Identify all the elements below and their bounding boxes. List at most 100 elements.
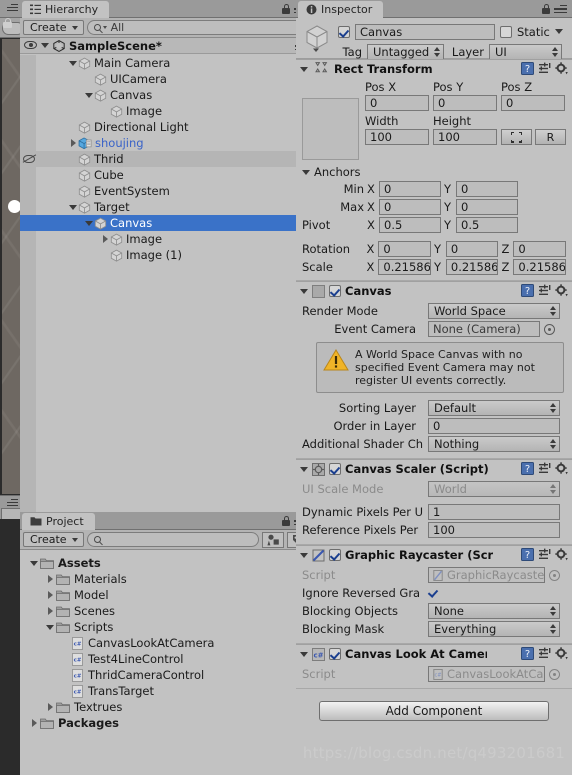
hierarchy-row-image[interactable]: Image <box>20 231 312 247</box>
chevron-right-icon[interactable] <box>31 719 37 727</box>
project-row-materials[interactable]: Materials <box>20 571 312 587</box>
eye-icon[interactable] <box>24 41 37 50</box>
tab-project[interactable]: Project <box>22 513 95 530</box>
project-row-expander[interactable] <box>44 591 56 599</box>
chevron-down-icon[interactable] <box>300 288 308 294</box>
gear-icon[interactable] <box>555 62 568 75</box>
blocking-mask-dropdown[interactable]: Everything <box>428 621 560 637</box>
gameobject-name-input[interactable]: Canvas <box>355 23 495 40</box>
project-row-thridcameracontrol[interactable]: c# ThridCameraControl <box>20 667 312 683</box>
render-mode-dropdown[interactable]: World Space <box>428 303 560 319</box>
scale-x-input[interactable]: 0.21586 <box>378 259 431 275</box>
width-input[interactable]: 100 <box>365 129 429 145</box>
sorting-layer-dropdown[interactable]: Default <box>428 400 560 416</box>
gear-icon[interactable] <box>555 462 568 475</box>
project-row-test4linecontrol[interactable]: c# Test4LineControl <box>20 651 312 667</box>
hierarchy-row-canvas[interactable]: Canvas <box>20 215 312 231</box>
hierarchy-row-expander[interactable] <box>68 204 78 210</box>
additional-shader-dropdown[interactable]: Nothing <box>428 436 560 452</box>
gear-icon[interactable] <box>555 548 568 561</box>
hierarchy-row-shoujing[interactable]: shoujing <box>20 135 312 151</box>
project-row-expander[interactable] <box>28 560 40 566</box>
chevron-down-icon[interactable] <box>30 560 38 566</box>
chevron-right-icon[interactable] <box>47 575 53 583</box>
chevron-down-icon[interactable] <box>302 169 310 175</box>
layer-dropdown[interactable]: UI <box>489 43 562 60</box>
hierarchy-scene-header[interactable]: SampleScene* <box>20 38 312 54</box>
scene-view-viewport[interactable] <box>2 39 20 494</box>
help-icon[interactable]: ? <box>521 284 534 297</box>
chevron-down-icon[interactable] <box>300 66 308 72</box>
preset-icon[interactable] <box>538 284 551 297</box>
help-icon[interactable]: ? <box>521 462 534 475</box>
canvas-enabled-checkbox[interactable] <box>329 285 341 297</box>
hierarchy-row-thrid[interactable]: Thrid <box>20 151 312 167</box>
hierarchy-row-directional-light[interactable]: Directional Light <box>20 119 312 135</box>
project-search-input[interactable] <box>86 532 259 547</box>
blocking-objects-dropdown[interactable]: None <box>428 603 560 619</box>
event-camera-objectfield[interactable]: None (Camera) <box>428 321 540 337</box>
project-row-scenes[interactable]: Scenes <box>20 603 312 619</box>
project-row-transtarget[interactable]: c# TransTarget <box>20 683 312 699</box>
rect-transform-header[interactable]: Rect Transform ? <box>296 60 572 78</box>
hierarchy-create-button[interactable]: Create <box>23 20 84 35</box>
gear-icon[interactable] <box>555 284 568 297</box>
tab-inspector[interactable]: Inspector <box>298 1 384 18</box>
chevron-down-icon[interactable] <box>85 220 93 226</box>
project-create-button[interactable]: Create <box>23 532 84 547</box>
project-row-scripts[interactable]: Scripts <box>20 619 312 635</box>
anchor-max-y-input[interactable]: 0 <box>456 199 518 215</box>
project-row-expander[interactable] <box>44 703 56 711</box>
hierarchy-row-eventsystem[interactable]: EventSystem <box>20 183 312 199</box>
scene-view-bottom-menu-icon[interactable] <box>6 499 19 508</box>
tab-hierarchy[interactable]: Hierarchy <box>22 1 110 18</box>
preset-icon[interactable] <box>538 647 551 660</box>
chevron-down-icon[interactable] <box>46 624 54 630</box>
canvas-scaler-enabled-checkbox[interactable] <box>329 463 341 475</box>
rotation-y-input[interactable]: 0 <box>445 241 499 257</box>
tag-dropdown[interactable]: Untagged <box>367 43 444 60</box>
hierarchy-row-target[interactable]: Target <box>20 199 312 215</box>
gameobject-enabled-checkbox[interactable] <box>338 25 350 38</box>
object-picker-icon[interactable] <box>544 323 555 335</box>
help-icon[interactable]: ? <box>521 62 534 75</box>
hierarchy-row-expander[interactable] <box>100 235 110 243</box>
help-icon[interactable]: ? <box>521 647 534 660</box>
rotation-x-input[interactable]: 0 <box>378 241 431 257</box>
hierarchy-search-input[interactable]: All <box>86 20 309 35</box>
gear-icon[interactable] <box>555 647 568 660</box>
pos-x-input[interactable]: 0 <box>365 95 429 111</box>
canvas-look-at-enabled-checkbox[interactable] <box>329 648 341 660</box>
graphic-raycaster-enabled-checkbox[interactable] <box>329 549 341 561</box>
chevron-right-icon[interactable] <box>47 607 53 615</box>
blueprint-mode-button[interactable] <box>501 129 532 145</box>
project-row-canvaslookatcamera[interactable]: c# CanvasLookAtCamera <box>20 635 312 651</box>
chevron-right-icon[interactable] <box>70 139 76 147</box>
lock-icon[interactable] <box>282 4 290 14</box>
add-component-button[interactable]: Add Component <box>319 701 549 721</box>
graphic-raycaster-header[interactable]: Graphic Raycaster (Scr ? <box>296 546 572 564</box>
reference-pixels-input[interactable]: 100 <box>428 522 560 538</box>
scale-y-input[interactable]: 0.21586 <box>445 259 499 275</box>
chevron-down-icon[interactable] <box>300 552 308 558</box>
anchor-min-y-input[interactable]: 0 <box>456 181 518 197</box>
scene-view-bottom-dropdown[interactable] <box>1 508 20 519</box>
project-row-model[interactable]: Model <box>20 587 312 603</box>
project-filter-by-type-button[interactable] <box>262 531 284 548</box>
hierarchy-row-cube[interactable]: Cube <box>20 167 312 183</box>
pivot-x-input[interactable]: 0.5 <box>379 217 441 233</box>
dynamic-pixels-input[interactable]: 1 <box>428 504 560 520</box>
project-row-expander[interactable] <box>44 624 56 630</box>
height-input[interactable]: 100 <box>433 129 497 145</box>
chevron-down-icon[interactable] <box>554 29 563 34</box>
chevron-down-icon[interactable] <box>41 43 49 48</box>
rotation-z-input[interactable]: 0 <box>513 241 566 257</box>
inspector-options-icon[interactable] <box>554 5 568 15</box>
project-row-expander[interactable] <box>44 607 56 615</box>
scene-view-menu-icon[interactable] <box>6 4 19 13</box>
anchor-max-x-input[interactable]: 0 <box>379 199 441 215</box>
chevron-down-icon[interactable] <box>69 60 77 66</box>
pivot-y-input[interactable]: 0.5 <box>456 217 518 233</box>
anchor-preset-box[interactable] <box>302 98 359 160</box>
canvas-look-at-header[interactable]: c# Canvas Look At Camera ? <box>296 645 572 663</box>
